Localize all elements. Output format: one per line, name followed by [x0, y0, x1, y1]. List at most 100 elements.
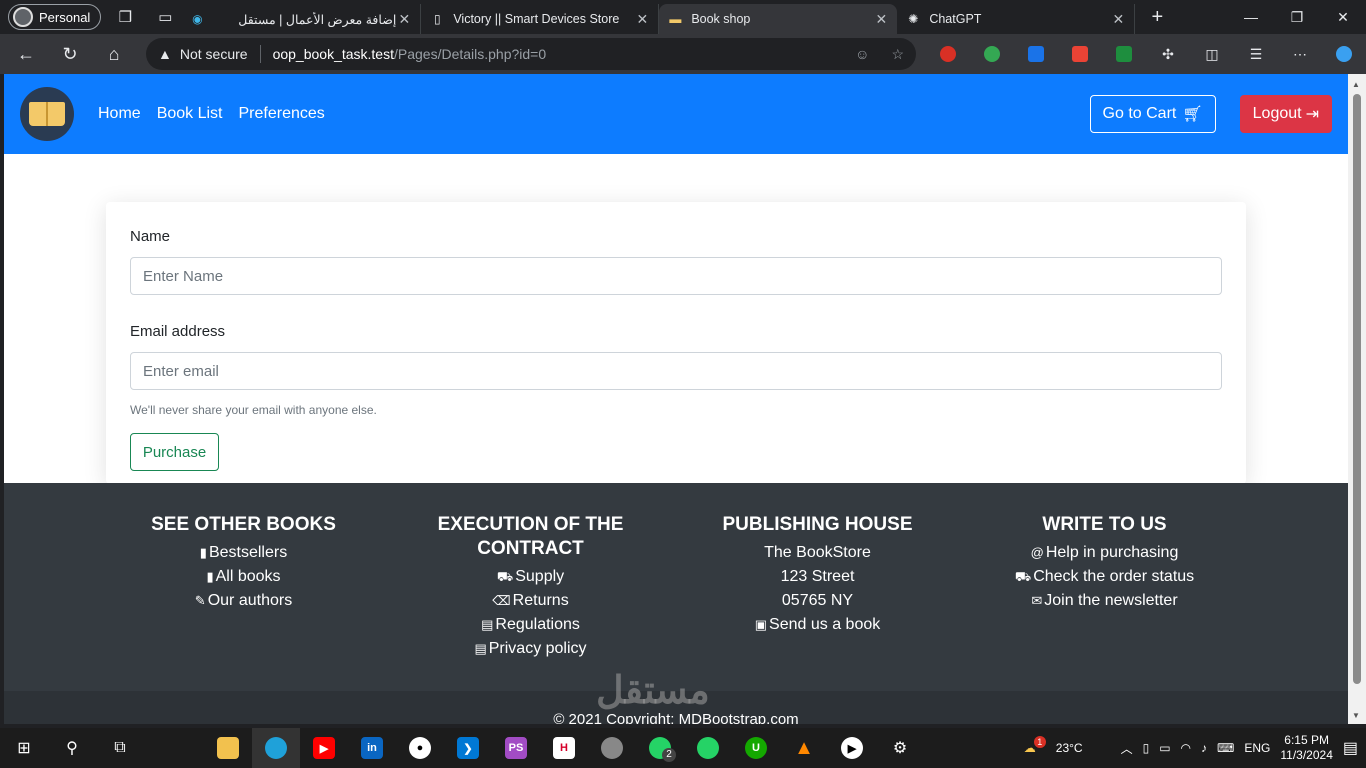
tab-actions-icon[interactable]: ▭	[149, 3, 181, 31]
language-indicator[interactable]: ENG	[1244, 741, 1270, 755]
globe-extension-icon[interactable]	[970, 38, 1014, 70]
notifications-icon[interactable]: ▤	[1343, 738, 1358, 758]
scroll-down-icon[interactable]: ▼	[1352, 711, 1360, 720]
scrollbar-thumb[interactable]	[1353, 94, 1361, 684]
green-extension-icon[interactable]	[1102, 38, 1146, 70]
nav-preferences[interactable]: Preferences	[239, 105, 325, 123]
tab-chatgpt[interactable]: ✺ ChatGPT ✕	[897, 4, 1136, 34]
vlc-icon[interactable]: ▲	[780, 728, 828, 768]
close-tab-icon[interactable]: ✕	[396, 11, 412, 28]
footer-link-returns[interactable]: ⌫ Returns	[387, 589, 674, 613]
search-icon[interactable]: ⚲	[48, 728, 96, 768]
usb-icon[interactable]: ▯	[1143, 741, 1150, 755]
weather-badge: 1	[1033, 736, 1046, 748]
name-input[interactable]: Enter Name	[130, 257, 1222, 295]
tab-victory[interactable]: ▯ Victory || Smart Devices Store ✕	[421, 4, 660, 34]
tab-book-shop[interactable]: ▬ Book shop ✕	[659, 4, 898, 34]
chrome-profile-icon[interactable]	[588, 728, 636, 768]
footer-link-help[interactable]: @ Help in purchasing	[961, 541, 1248, 565]
book-icon: ▮	[206, 569, 214, 584]
new-tab-button[interactable]: +	[1141, 3, 1173, 31]
footer-link-newsletter[interactable]: ✉ Join the newsletter	[961, 589, 1248, 613]
footer-link-authors[interactable]: ✎ Our authors	[100, 589, 387, 613]
book-icon: ▮	[199, 545, 207, 560]
purchase-button[interactable]: Purchase	[130, 433, 219, 471]
back-icon[interactable]: ←	[8, 38, 44, 70]
settings-gear-icon[interactable]: ⚙	[876, 728, 924, 768]
close-tab-icon[interactable]: ✕	[873, 11, 889, 28]
search-extension-icon[interactable]	[1014, 38, 1058, 70]
mostaql-favicon-icon: ◉	[192, 12, 203, 26]
go-to-cart-button[interactable]: Go to Cart 🛒︎	[1089, 95, 1216, 133]
volume-icon[interactable]: ♪	[1201, 741, 1207, 755]
backspace-icon: ⌫	[492, 593, 511, 608]
youtube-icon[interactable]: ▶	[300, 728, 348, 768]
page-icon: ▯	[434, 12, 441, 26]
app-h-icon[interactable]: H	[540, 728, 588, 768]
name-label: Name	[130, 228, 171, 245]
favorites-icon[interactable]: ☰	[1234, 38, 1278, 70]
github-icon[interactable]: ●	[396, 728, 444, 768]
linkedin-icon[interactable]: in	[348, 728, 396, 768]
phpstorm-icon[interactable]: PS	[492, 728, 540, 768]
footer-link-bestsellers[interactable]: ▮ Bestsellers	[100, 541, 387, 565]
page-scrollbar[interactable]: ▲ ▼	[1348, 74, 1366, 724]
footer-link-supply[interactable]: ⛟ Supply	[387, 565, 674, 589]
not-secure-label[interactable]: Not secure	[180, 46, 248, 62]
restore-icon[interactable]: ❐	[1274, 0, 1320, 34]
keyboard-icon[interactable]: ⌨	[1217, 741, 1234, 755]
extensions-icon[interactable]: ✣	[1146, 38, 1190, 70]
home-icon[interactable]: ⌂	[96, 38, 132, 70]
file-explorer-icon[interactable]	[204, 728, 252, 768]
footer-link-privacy[interactable]: ▤ Privacy policy	[387, 637, 674, 661]
footer-col-contract: EXECUTION OF THE CONTRACT ⛟ Supply ⌫ Retur…	[387, 513, 674, 661]
wifi-icon[interactable]: ◠	[1181, 741, 1191, 755]
footer-link-all-books[interactable]: ▮ All books	[100, 565, 387, 589]
show-hidden-icons-icon[interactable]: ︿	[1121, 740, 1133, 757]
close-tab-icon[interactable]: ✕	[634, 11, 650, 28]
weather-temp[interactable]: 23°C	[1056, 741, 1083, 755]
footer-heading: WRITE TO US	[1042, 514, 1167, 535]
upwork-icon[interactable]: U	[732, 728, 780, 768]
nav-home[interactable]: Home	[98, 105, 141, 123]
profile-icon[interactable]: ☺	[855, 46, 869, 63]
shield-extension-icon[interactable]	[1058, 38, 1102, 70]
close-window-icon[interactable]: ✕	[1320, 0, 1366, 34]
stop-extension-icon[interactable]	[926, 38, 970, 70]
reload-icon[interactable]: ↻	[52, 38, 88, 70]
footer-link-regulations[interactable]: ▤ Regulations	[387, 613, 674, 637]
window-controls: — ❐ ✕	[1228, 0, 1366, 34]
windows-start-icon[interactable]: ⊞	[0, 728, 48, 768]
vscode-icon[interactable]: ❯	[444, 728, 492, 768]
close-tab-icon[interactable]: ✕	[1110, 11, 1126, 28]
edge-icon[interactable]	[252, 728, 300, 768]
profile-button[interactable]: Personal	[8, 4, 102, 30]
tab-mostaql[interactable]: ◉ إضافة معرض الأعمال | مستقل ✕	[181, 4, 422, 34]
address-bar[interactable]: ▲ Not secure oop_book_task.test /Pages/D…	[146, 38, 916, 70]
email-input[interactable]: Enter email	[130, 352, 1222, 390]
favorite-star-icon[interactable]: ☆	[891, 46, 904, 63]
page-viewport: Home Book List Preferences Go to Cart 🛒︎…	[4, 74, 1348, 724]
nav-book-list[interactable]: Book List	[157, 105, 223, 123]
scroll-up-icon[interactable]: ▲	[1352, 80, 1360, 89]
whatsapp-icon[interactable]	[684, 728, 732, 768]
nav-links: Home Book List Preferences	[98, 105, 325, 123]
split-screen-icon[interactable]: ◫	[1190, 38, 1234, 70]
sign-out-icon: ⇥	[1305, 106, 1319, 123]
whatsapp-business-icon[interactable]: 2	[636, 728, 684, 768]
footer-link-order-status[interactable]: ⛟ Check the order status	[961, 565, 1248, 589]
copilot-icon[interactable]	[1322, 38, 1366, 70]
footer-link-send-book[interactable]: ▣ Send us a book	[674, 613, 961, 637]
file-icon: ▤	[474, 641, 487, 656]
at-icon: @	[1030, 545, 1044, 560]
logout-button[interactable]: Logout ⇥	[1239, 95, 1332, 133]
clock[interactable]: 6:15 PM 11/3/2024	[1280, 733, 1333, 763]
browser-tab-strip: Personal ❒ ▭ ◉ إضافة معرض الأعمال | مستق…	[0, 0, 1366, 34]
media-player-icon[interactable]: ▶	[828, 728, 876, 768]
task-view-icon[interactable]: ⧉	[96, 728, 144, 768]
minimize-icon[interactable]: —	[1228, 0, 1274, 34]
workspaces-icon[interactable]: ❒	[109, 3, 141, 31]
book-logo-icon[interactable]	[20, 87, 74, 141]
battery-icon[interactable]: ▭	[1159, 741, 1170, 755]
more-menu-icon[interactable]: ⋯	[1278, 38, 1322, 70]
